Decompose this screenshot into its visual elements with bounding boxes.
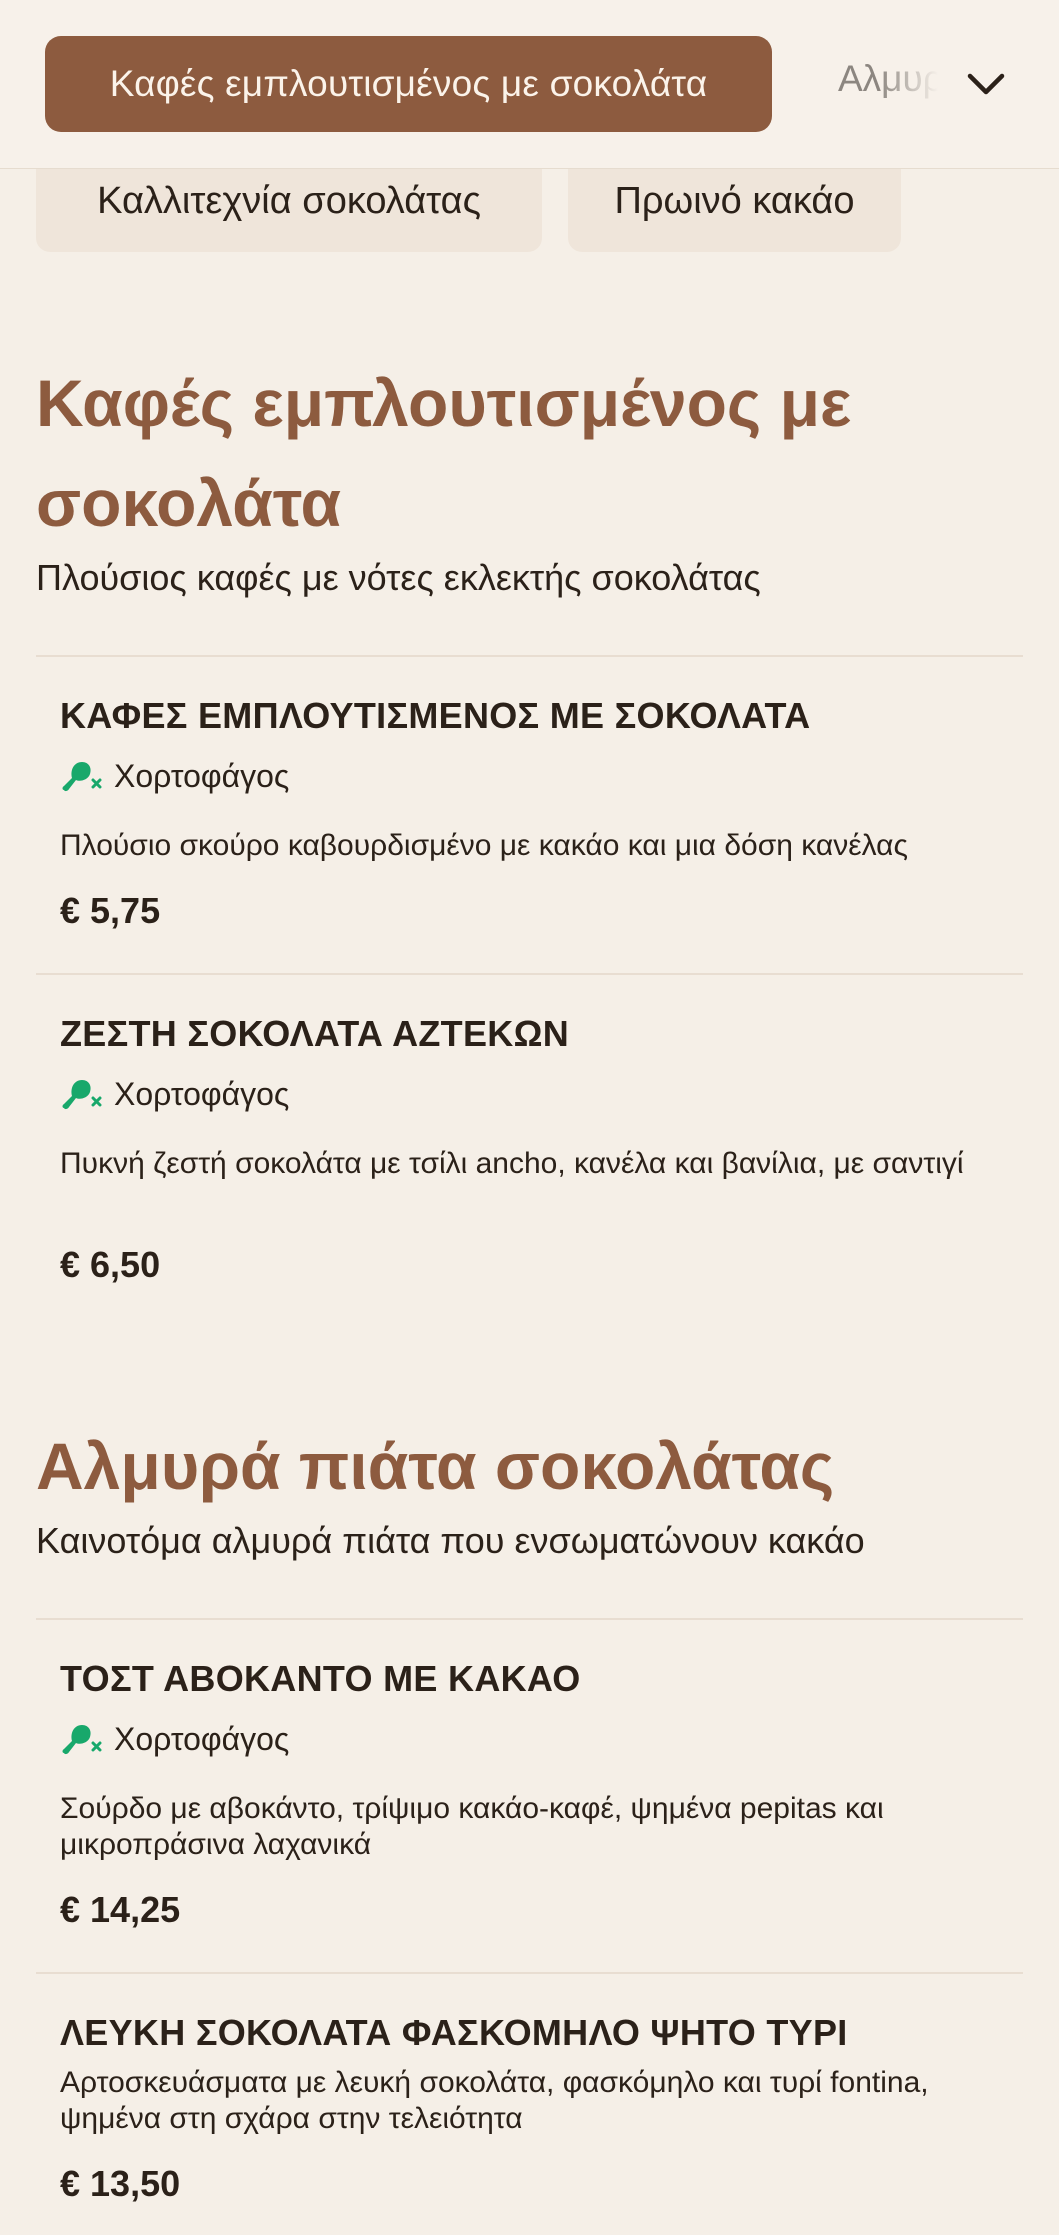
vegetarian-label: Χορτοφάγος (114, 1075, 290, 1112)
menu-item-name[interactable]: ΤΟΣΤ ΑΒΟΚΑΝΤΟ ΜΕ ΚΑΚΑΟ (60, 1658, 1040, 1700)
menu-item-description: Αρτοσκευάσματα με λευκή σοκολάτα, φασκόμ… (60, 2066, 929, 2135)
menu-item-description: Πλούσιο σκούρο καβουρδισμένο με κακάο κα… (60, 829, 908, 862)
divider (36, 1972, 1023, 1974)
vegetarian-tag: Χορτοφάγος (60, 1719, 289, 1759)
section-subtitle: Πλούσιος καφές με νότες εκλεκτής σοκολάτ… (36, 557, 761, 598)
divider (36, 973, 1023, 975)
divider (36, 655, 1023, 657)
menu-item-price: € 13,50 (60, 2163, 181, 2204)
divider (36, 1618, 1023, 1620)
vegetarian-label: Χορτοφάγος (114, 1720, 290, 1757)
menu-item-name[interactable]: ΖΕΣΤΗ ΣΟΚΟΛΑΤΑ ΑΖΤΕΚΩΝ (60, 1013, 1040, 1055)
menu-item-price: € 14,25 (60, 1889, 181, 1930)
vegetarian-tag: Χορτοφάγος (60, 1074, 289, 1114)
vegetarian-drumstick-crossed-icon (62, 1725, 102, 1755)
vegetarian-drumstick-crossed-icon (62, 762, 102, 792)
section-title-cont: σοκολάτα (36, 466, 342, 540)
category-nav-bar: Καφές εμπλουτισμένος με σοκολάτα Αλμυρά … (0, 0, 1059, 169)
vegetarian-drumstick-crossed-icon (62, 1080, 102, 1110)
menu-item-price: € 6,50 (60, 1244, 161, 1285)
tab-savory-chocolate[interactable]: Αλμυρά πιάτα σοκολάτας (838, 58, 938, 110)
vegetarian-label: Χορτοφάγος (114, 757, 290, 794)
section-subtitle: Καινοτόμα αλμυρά πιάτα που ενσωματώνουν … (36, 1520, 865, 1561)
menu-item-description: Πυκνή ζεστή σοκολάτα με τσίλι ancho, καν… (60, 1147, 964, 1180)
section-title: Αλμυρά πιάτα σοκολάτας (36, 1429, 835, 1503)
section-title: Καφές εμπλουτισμένος με (36, 366, 852, 440)
tab-chocolate-coffee[interactable]: Καφές εμπλουτισμένος με σοκολάτα (45, 36, 772, 132)
menu-item-price: € 5,75 (60, 890, 161, 931)
menu-item-description: Σούρδο με αβοκάντο, τρίψιμο κακάο-καφέ, … (60, 1792, 884, 1861)
chevron-down-icon[interactable] (962, 60, 1010, 108)
menu-item-name[interactable]: ΚΑΦΕΣ ΕΜΠΛΟΥΤΙΣΜΕΝΟΣ ΜΕ ΣΟΚΟΛΑΤΑ (60, 695, 1040, 737)
vegetarian-tag: Χορτοφάγος (60, 756, 289, 796)
menu-item-name[interactable]: ΛΕΥΚΗ ΣΟΚΟΛΑΤΑ ΦΑΣΚΟΜΗΛΟ ΨΗΤΟ ΤΥΡΙ (60, 2012, 1040, 2054)
